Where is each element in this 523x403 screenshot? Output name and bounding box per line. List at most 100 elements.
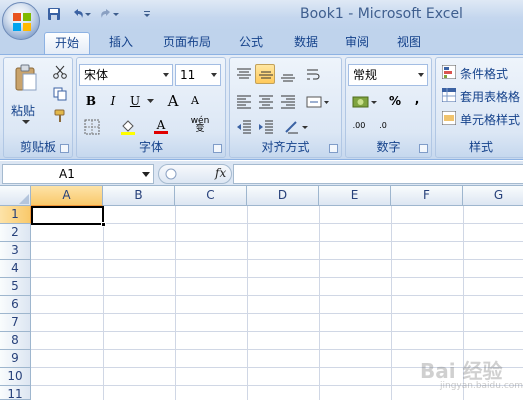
currency-icon	[352, 96, 377, 108]
column-header-b[interactable]: B	[103, 186, 175, 206]
column-header-c[interactable]: C	[175, 186, 247, 206]
align-center-button[interactable]	[255, 91, 275, 111]
gridline	[31, 331, 523, 332]
fill-color-button[interactable]	[117, 116, 137, 136]
font-name-value: 宋体	[84, 68, 109, 82]
text-orientation-icon	[285, 121, 308, 134]
column-header-a[interactable]: A	[31, 186, 103, 206]
underline-button[interactable]: U	[125, 91, 145, 111]
tab-view[interactable]: 视图	[386, 32, 432, 54]
format-painter-button[interactable]	[50, 106, 70, 126]
row-header-9[interactable]: 9	[0, 350, 31, 368]
align-right-button[interactable]	[277, 91, 297, 111]
name-box[interactable]: A1	[2, 164, 154, 184]
grow-font-button[interactable]: A	[163, 91, 183, 111]
percent-style-button[interactable]: %	[385, 91, 405, 111]
column-header-d[interactable]: D	[247, 186, 319, 206]
row-header-2[interactable]: 2	[0, 224, 31, 242]
tab-data[interactable]: 数据	[283, 32, 329, 54]
cut-button[interactable]	[50, 62, 70, 82]
align-bottom-button[interactable]	[277, 64, 297, 84]
save-icon[interactable]	[46, 6, 64, 24]
align-middle-icon	[259, 71, 273, 79]
conditional-format-button[interactable]: 条件格式	[442, 64, 523, 82]
cell-styles-icon	[442, 111, 456, 125]
styles-group-label: 样式	[468, 140, 493, 154]
number-format-combo[interactable]: 常规	[348, 64, 428, 86]
column-header-e[interactable]: E	[319, 186, 391, 206]
wrap-text-button[interactable]	[303, 64, 323, 84]
undo-dropdown-icon[interactable]	[84, 6, 94, 24]
row-header-6[interactable]: 6	[0, 296, 31, 314]
tab-insert[interactable]: 插入	[98, 32, 144, 54]
decrease-decimal-button[interactable]: .0	[373, 116, 393, 136]
increase-indent-button[interactable]	[255, 116, 275, 136]
bold-button[interactable]: B	[81, 91, 101, 111]
paste-button[interactable]: 粘贴	[10, 62, 40, 124]
shrink-font-button[interactable]: A	[185, 91, 205, 111]
fill-handle[interactable]	[101, 222, 106, 227]
select-all-corner[interactable]	[0, 186, 31, 206]
chevron-down-icon	[211, 73, 217, 77]
clipboard-launcher-icon[interactable]	[60, 144, 69, 153]
redo-dropdown-icon[interactable]	[112, 6, 122, 24]
font-color-swatch	[154, 131, 168, 134]
wrap-text-icon	[307, 69, 320, 80]
merge-center-button[interactable]	[303, 91, 331, 111]
row-header-3[interactable]: 3	[0, 242, 31, 260]
column-header-g[interactable]: G	[463, 186, 523, 206]
fill-bucket-icon	[121, 120, 135, 135]
font-name-combo[interactable]: 宋体	[79, 64, 173, 86]
align-left-button[interactable]	[233, 91, 253, 111]
row-header-10[interactable]: 10	[0, 368, 31, 386]
font-launcher-icon[interactable]	[213, 144, 222, 153]
selected-cell-a1[interactable]	[31, 206, 104, 225]
row-header-1[interactable]: 1	[0, 206, 31, 224]
gridline	[31, 241, 523, 242]
formula-input[interactable]	[233, 164, 523, 184]
align-top-button[interactable]	[233, 64, 253, 84]
italic-button[interactable]: I	[103, 91, 123, 111]
alignment-launcher-icon[interactable]	[329, 144, 338, 153]
tab-formulas[interactable]: 公式	[228, 32, 274, 54]
font-color-button[interactable]: A	[151, 116, 171, 136]
phonetic-guide-button[interactable]: wén 变	[185, 116, 215, 136]
select-all-triangle-icon	[19, 194, 29, 204]
gridline	[31, 313, 523, 314]
borders-button[interactable]	[81, 116, 101, 136]
row-header-7[interactable]: 7	[0, 314, 31, 332]
copy-button[interactable]	[50, 84, 70, 104]
decrease-indent-button[interactable]	[233, 116, 253, 136]
column-header-f[interactable]: F	[391, 186, 463, 206]
font-size-combo[interactable]: 11	[175, 64, 221, 86]
tab-home[interactable]: 开始	[44, 32, 90, 54]
format-as-table-button[interactable]: 套用表格格	[442, 87, 523, 105]
office-button[interactable]	[2, 2, 40, 40]
align-right-icon	[281, 95, 295, 109]
align-middle-button[interactable]	[255, 64, 275, 84]
increase-decimal-button[interactable]: .00	[349, 116, 369, 136]
cell-styles-button[interactable]: 单元格样式	[442, 110, 523, 128]
tab-review[interactable]: 审阅	[334, 32, 380, 54]
align-top-icon	[237, 68, 251, 79]
row-header-11[interactable]: 11	[0, 386, 31, 401]
customize-qat-icon[interactable]	[142, 6, 154, 24]
styles-group: 条件格式 套用表格格 单元格样式 样式	[435, 57, 523, 158]
tab-page-layout[interactable]: 页面布局	[156, 32, 218, 54]
formula-bar-handle-icon[interactable]	[165, 168, 177, 180]
comma-style-button[interactable]: ,	[407, 91, 427, 111]
number-launcher-icon[interactable]	[419, 144, 428, 153]
insert-function-icon[interactable]: fx	[215, 166, 226, 180]
font-group-label: 字体	[138, 140, 163, 154]
row-header-8[interactable]: 8	[0, 332, 31, 350]
underline-dropdown-icon[interactable]	[147, 99, 154, 104]
gridline	[103, 206, 104, 400]
orientation-button[interactable]	[281, 116, 311, 136]
copy-icon	[53, 87, 67, 101]
accounting-format-button[interactable]	[349, 91, 379, 111]
row-header-4[interactable]: 4	[0, 260, 31, 278]
name-box-dropdown-icon[interactable]	[142, 172, 150, 177]
gridline	[247, 206, 248, 400]
row-header-5[interactable]: 5	[0, 278, 31, 296]
office-logo-icon	[13, 13, 31, 31]
